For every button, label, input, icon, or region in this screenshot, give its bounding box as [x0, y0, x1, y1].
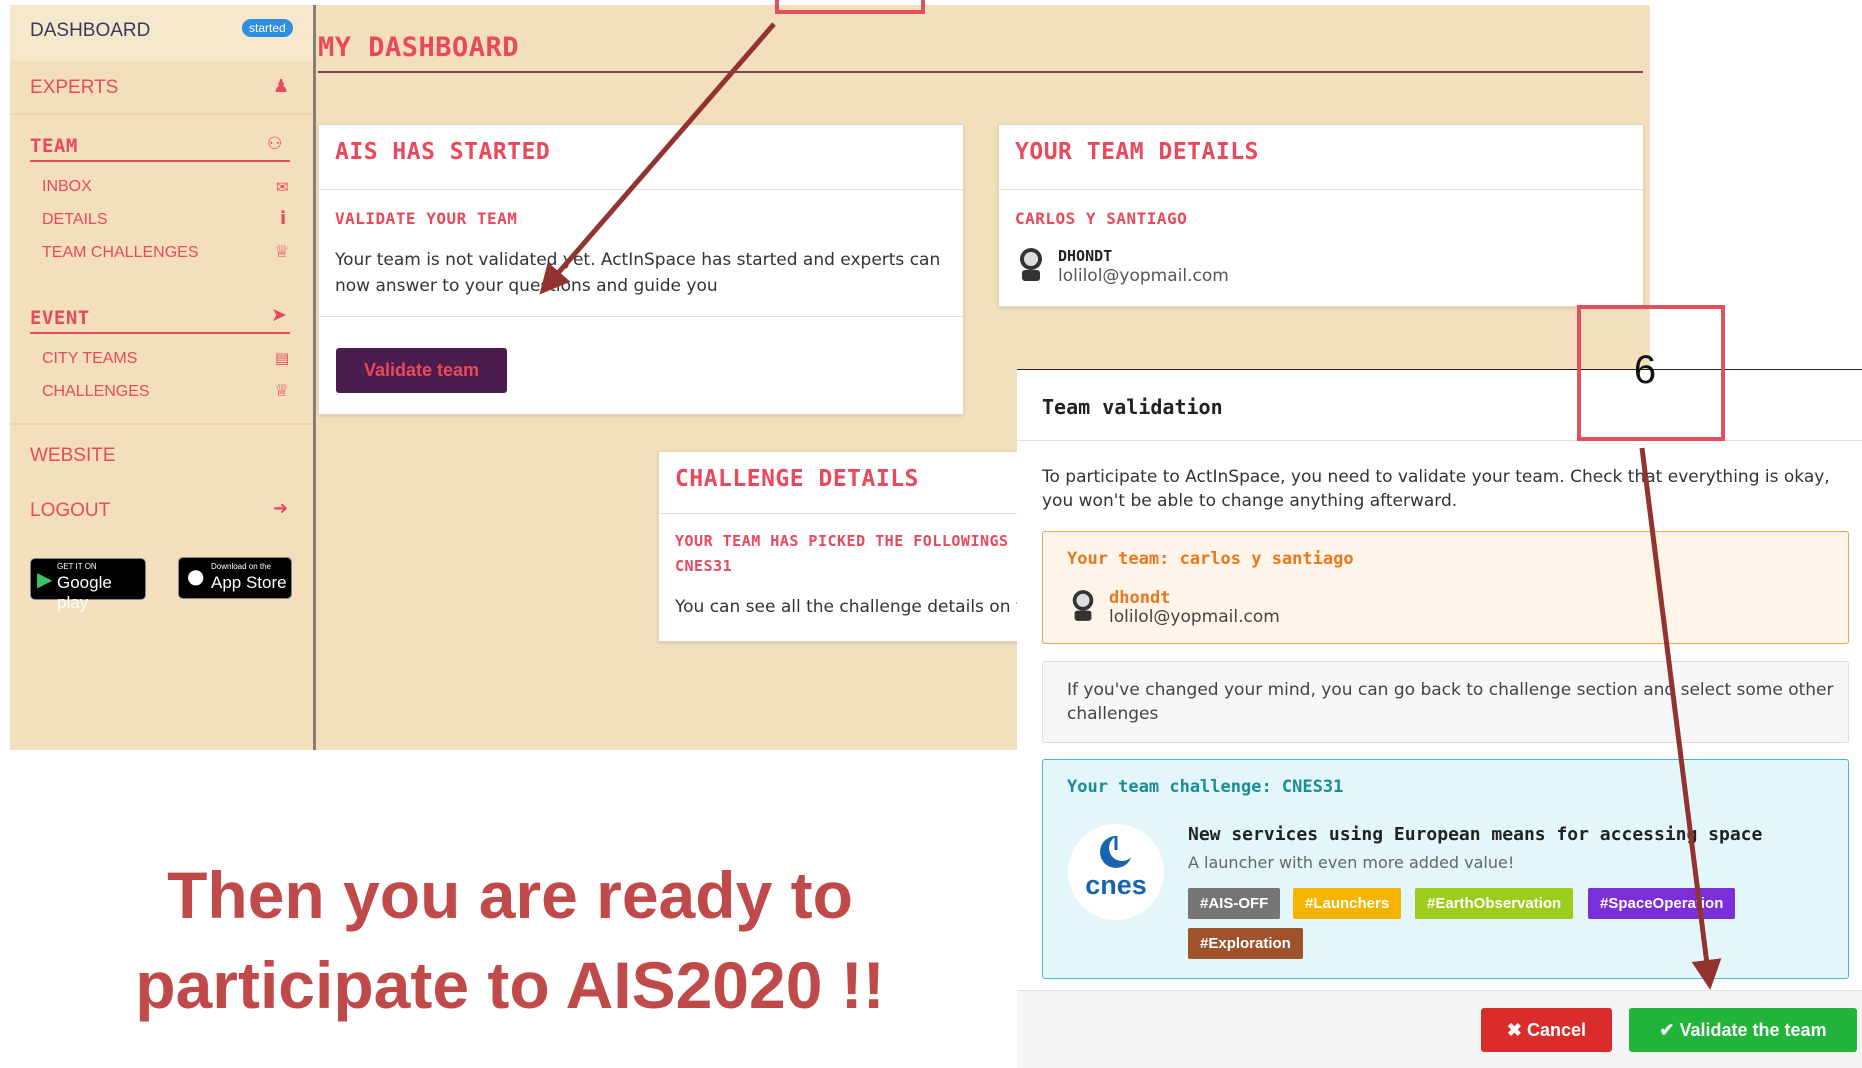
arrow-to-validate-button [1639, 447, 1722, 990]
caption-line-1: Then you are ready to [167, 858, 853, 932]
arrow-to-ais-text [539, 22, 776, 295]
caption-line-2: participate to AIS2020 !! [135, 948, 885, 1022]
caption-text: Then you are ready to participate to AIS… [60, 850, 960, 1030]
